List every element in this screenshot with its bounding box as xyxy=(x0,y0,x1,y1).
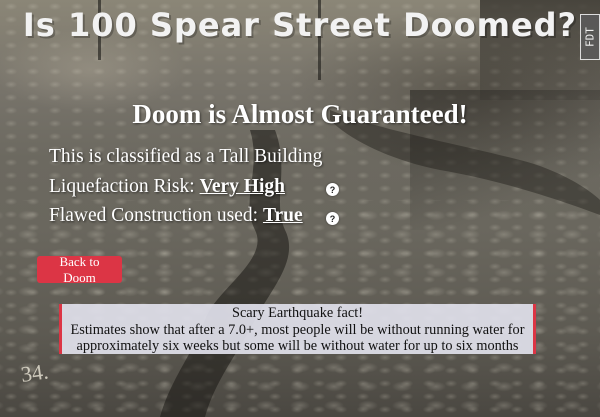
page-title: Is 100 Spear Street Doomed? xyxy=(22,6,578,44)
liquefaction-risk-value[interactable]: Very High xyxy=(200,176,285,197)
fact-heading: Scary Earthquake fact! xyxy=(232,305,363,321)
flawed-construction-value[interactable]: True xyxy=(263,205,303,226)
flawed-construction-help-icon[interactable]: ? xyxy=(326,212,339,225)
photo-number-label: 34. xyxy=(19,358,50,387)
flawed-construction-row: Flawed Construction used: True xyxy=(49,205,303,227)
flawed-construction-label: Flawed Construction used: xyxy=(49,205,263,226)
classification-text: This is classified as a Tall Building xyxy=(49,146,323,167)
earthquake-fact-box: Scary Earthquake fact! Estimates show th… xyxy=(59,304,536,354)
fact-body: Estimates show that after a 7.0+, most p… xyxy=(70,321,525,355)
liquefaction-help-icon[interactable]: ? xyxy=(326,183,339,196)
verdict-heading: Doom is Almost Guaranteed! xyxy=(132,99,468,129)
liquefaction-risk-label: Liquefaction Risk: xyxy=(49,176,200,197)
liquefaction-risk-row: Liquefaction Risk: Very High xyxy=(49,176,285,198)
back-to-doom-button[interactable]: Back to Doom xyxy=(37,254,122,285)
